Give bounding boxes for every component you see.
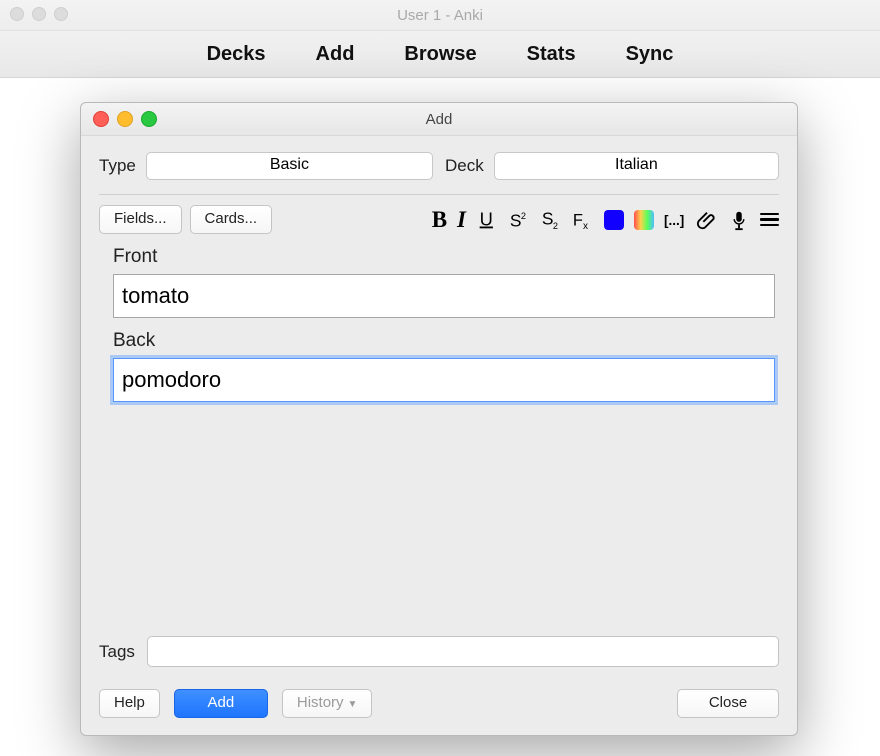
tags-label: Tags bbox=[99, 642, 135, 662]
toolbar-item-decks[interactable]: Decks bbox=[207, 43, 266, 66]
history-label: History bbox=[297, 694, 344, 711]
fields-button[interactable]: Fields... bbox=[99, 205, 182, 234]
zoom-icon[interactable] bbox=[141, 111, 157, 127]
type-label: Type bbox=[99, 156, 136, 176]
subscript-icon[interactable]: S2 bbox=[540, 209, 562, 231]
close-icon[interactable] bbox=[10, 7, 24, 21]
type-deck-row: Type Basic Deck Italian bbox=[99, 152, 779, 180]
cards-button[interactable]: Cards... bbox=[190, 205, 273, 234]
toolbar-item-add[interactable]: Add bbox=[316, 43, 355, 66]
svg-text:S: S bbox=[510, 210, 522, 230]
cloze-icon[interactable]: [...] bbox=[664, 209, 686, 231]
back-input[interactable] bbox=[113, 358, 775, 402]
zoom-icon[interactable] bbox=[54, 7, 68, 21]
chevron-down-icon: ▼ bbox=[348, 699, 358, 710]
svg-text:F: F bbox=[573, 211, 583, 229]
toolbar-item-stats[interactable]: Stats bbox=[527, 43, 576, 66]
dialog-footer: Help Add History ▼ Close bbox=[99, 687, 779, 719]
svg-text:[...]: [...] bbox=[664, 213, 684, 228]
dialog-title: Add bbox=[426, 111, 453, 128]
superscript-icon[interactable]: S2 bbox=[508, 209, 530, 231]
highlight-color-icon[interactable] bbox=[634, 210, 654, 230]
main-window-traffic-lights bbox=[10, 7, 68, 21]
svg-text:x: x bbox=[583, 221, 588, 231]
front-field-wrap: Front bbox=[113, 246, 775, 318]
add-button[interactable]: Add bbox=[174, 689, 268, 718]
clear-format-icon[interactable]: Fx bbox=[572, 209, 594, 231]
svg-text:2: 2 bbox=[553, 221, 558, 231]
italic-icon[interactable]: I bbox=[457, 207, 466, 233]
close-button[interactable]: Close bbox=[677, 689, 779, 718]
add-card-dialog: Add Type Basic Deck Italian Fields... Ca… bbox=[80, 102, 798, 736]
toolbar-item-sync[interactable]: Sync bbox=[626, 43, 674, 66]
dialog-traffic-lights bbox=[93, 111, 157, 127]
format-toolbar: B I U S2 S2 Fx [...] bbox=[432, 207, 779, 233]
divider bbox=[99, 194, 779, 195]
text-color-icon[interactable] bbox=[604, 210, 624, 230]
front-input[interactable] bbox=[113, 274, 775, 318]
main-toolbar: Decks Add Browse Stats Sync bbox=[0, 31, 880, 78]
fields-cards-row: Fields... Cards... B I U S2 S2 Fx bbox=[99, 205, 779, 234]
deck-selector[interactable]: Italian bbox=[494, 152, 779, 180]
front-label: Front bbox=[113, 246, 775, 268]
tags-input[interactable] bbox=[147, 636, 779, 667]
main-window-title: User 1 - Anki bbox=[397, 7, 483, 24]
help-button[interactable]: Help bbox=[99, 689, 160, 718]
bold-icon[interactable]: B bbox=[432, 207, 447, 233]
close-icon[interactable] bbox=[93, 111, 109, 127]
main-window-titlebar: User 1 - Anki bbox=[0, 0, 880, 31]
minimize-icon[interactable] bbox=[117, 111, 133, 127]
record-audio-icon[interactable] bbox=[728, 209, 750, 231]
svg-text:U: U bbox=[480, 209, 493, 230]
deck-label: Deck bbox=[445, 156, 484, 176]
history-button[interactable]: History ▼ bbox=[282, 689, 373, 718]
tags-row: Tags bbox=[99, 636, 779, 667]
svg-text:S: S bbox=[542, 209, 554, 229]
attach-icon[interactable] bbox=[696, 209, 718, 231]
underline-icon[interactable]: U bbox=[476, 209, 498, 231]
svg-text:2: 2 bbox=[521, 211, 526, 221]
minimize-icon[interactable] bbox=[32, 7, 46, 21]
note-type-selector[interactable]: Basic bbox=[146, 152, 433, 180]
more-options-icon[interactable] bbox=[760, 210, 779, 230]
toolbar-item-browse[interactable]: Browse bbox=[404, 43, 476, 66]
back-field-wrap: Back bbox=[113, 330, 775, 402]
dialog-titlebar: Add bbox=[81, 103, 797, 136]
back-label: Back bbox=[113, 330, 775, 352]
